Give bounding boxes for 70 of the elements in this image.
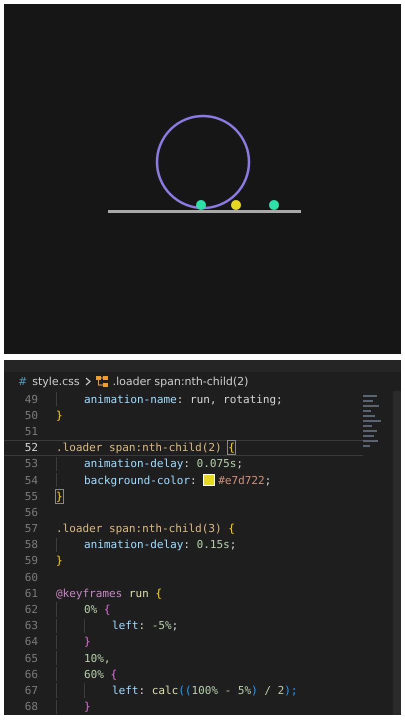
line-number: 60: [24, 570, 39, 584]
hierarchy-icon: [96, 376, 108, 387]
line-number: 62: [24, 603, 39, 616]
brace: }: [84, 635, 91, 648]
property-name: animation-delay: [84, 457, 184, 470]
number-value: 10%,: [84, 652, 110, 665]
matched-brace: {: [228, 441, 235, 454]
line-number: 61: [24, 586, 39, 600]
brace: {: [228, 522, 235, 536]
css-selector: .loader span:nth-child(3): [56, 522, 223, 536]
property-name: left: [112, 684, 138, 697]
line-number: 49: [24, 392, 39, 406]
punctuation: :: [138, 619, 146, 632]
punctuation: ;: [230, 538, 236, 552]
property-value: run, rotating;: [190, 392, 283, 406]
line-number: 68: [24, 700, 39, 714]
punctuation: ;: [172, 619, 178, 632]
property-name: animation-delay: [84, 538, 184, 552]
line-number: 67: [24, 684, 39, 697]
color-value: #e7d722: [218, 474, 265, 487]
number-value: -5%: [152, 619, 172, 632]
line-number: 51: [24, 424, 39, 438]
punctuation: ;: [236, 457, 243, 470]
parenthesis: ): [251, 684, 258, 697]
color-swatch[interactable]: [203, 474, 216, 486]
punctuation: :: [176, 392, 184, 406]
breadcrumb-file[interactable]: style.css: [32, 375, 80, 388]
line-number: 65: [24, 652, 39, 665]
line-number: 58: [24, 538, 39, 552]
punctuation: :: [183, 538, 191, 552]
property-name: animation-name: [84, 392, 177, 406]
number-value: / 2: [263, 684, 284, 697]
line-number: 56: [24, 506, 39, 519]
brace: }: [56, 554, 63, 568]
css-file-icon: #: [18, 375, 28, 388]
brace: {: [104, 603, 110, 616]
number-value: 100% - 5%: [192, 684, 252, 697]
chevron-icon: [84, 377, 91, 386]
line-number: 59: [24, 554, 39, 568]
line-number: 66: [24, 668, 39, 681]
css-selector: .loader span:nth-child(2): [56, 441, 223, 454]
parenthesis: ((: [178, 684, 192, 697]
brace: }: [56, 408, 63, 422]
punctuation: :: [138, 684, 146, 697]
matched-brace: }: [56, 490, 63, 503]
line-number: 54: [24, 474, 39, 487]
punctuation: :: [190, 474, 198, 487]
line-number: 55: [24, 490, 39, 503]
brace: {: [110, 668, 118, 681]
brace: {: [155, 586, 162, 600]
line-number: 57: [24, 522, 39, 536]
number-value: 60%: [84, 668, 105, 681]
breadcrumb-symbol[interactable]: .loader span:nth-child(2): [112, 375, 248, 388]
parenthesis: );: [284, 684, 298, 697]
brace: }: [84, 700, 91, 714]
animation-name: run: [128, 586, 150, 600]
property-name: background-color: [84, 474, 190, 487]
number-value: 0%: [84, 603, 98, 616]
line-number: 63: [24, 619, 39, 632]
number-value: 0.075s: [196, 457, 236, 470]
property-name: left: [112, 619, 138, 632]
line-number: 52: [24, 441, 39, 454]
punctuation: :: [183, 457, 191, 470]
number-value: 0.15s: [196, 538, 230, 552]
function-name: calc: [152, 684, 178, 697]
line-number: 50: [24, 408, 39, 422]
punctuation: ;: [264, 474, 272, 487]
at-rule-keyword: @keyframes: [56, 586, 122, 600]
line-number: 53: [24, 457, 39, 470]
line-number: 64: [24, 635, 39, 648]
